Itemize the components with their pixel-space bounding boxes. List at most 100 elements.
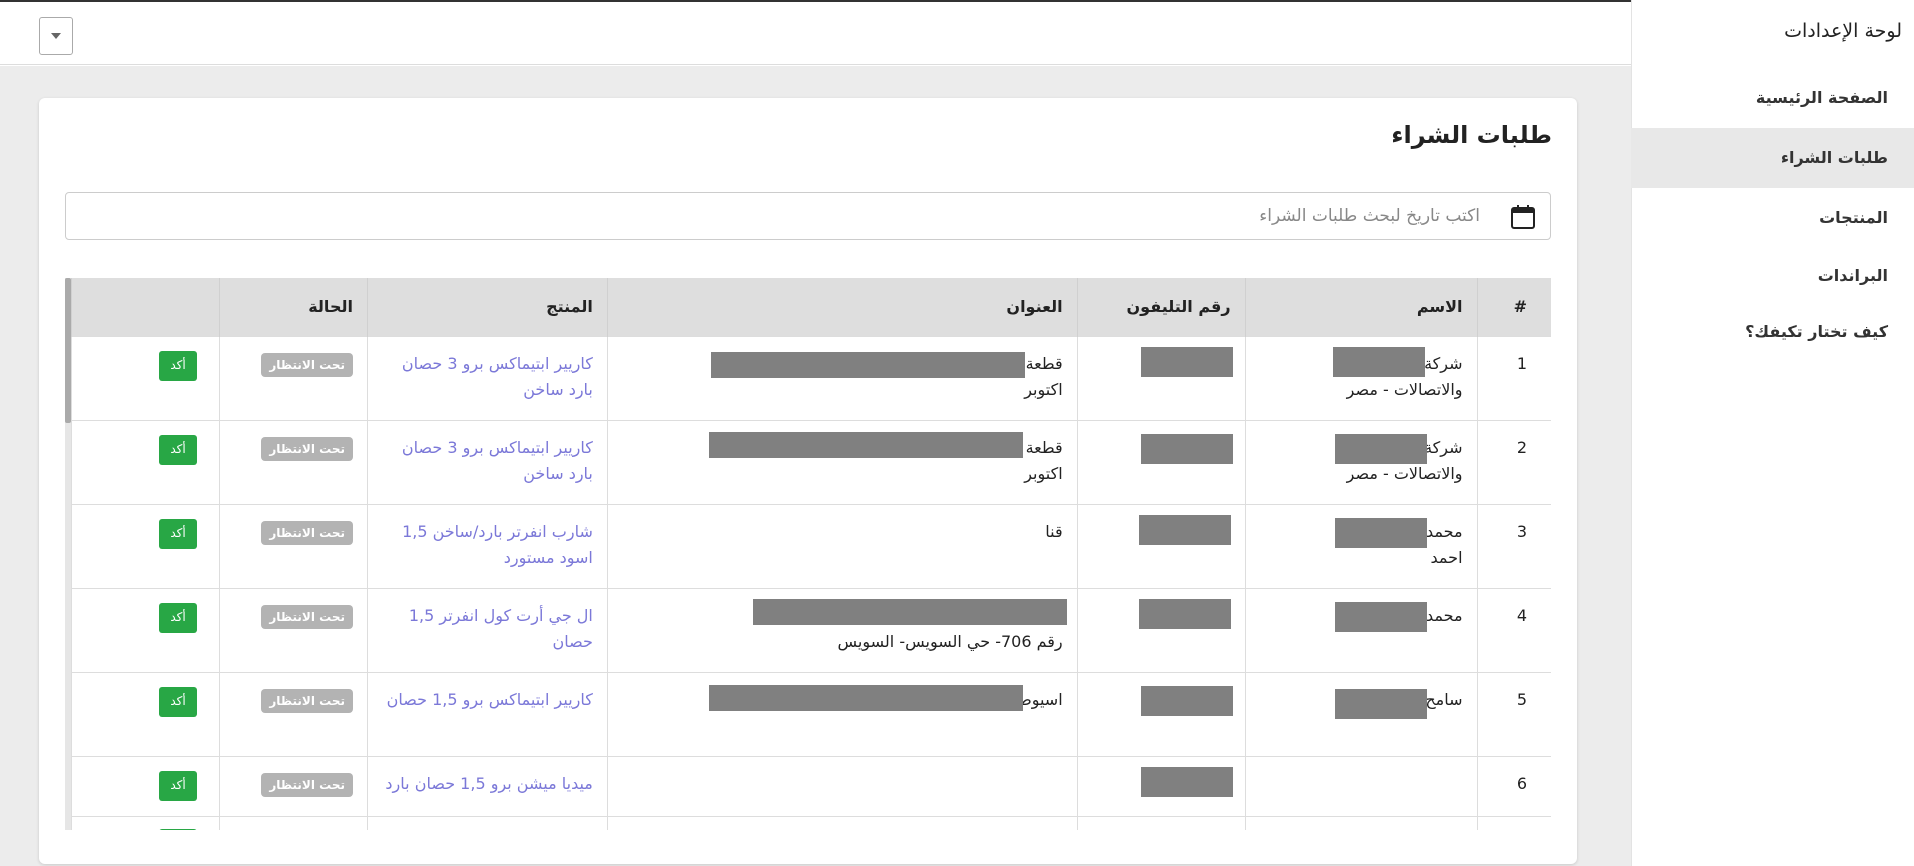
header-status: الحالة: [219, 278, 368, 336]
search-box: [65, 192, 1551, 240]
row-num: 3: [1476, 503, 1551, 588]
sidebar-item-brands[interactable]: البراندات: [1631, 246, 1914, 306]
row-product: كاريير ابتيماكس برو 3 حصان بارد ساخن: [366, 419, 608, 504]
row-name: محمد احمد: [1244, 503, 1478, 588]
row-action: أكد: [71, 755, 220, 816]
row-action: أكد: [71, 335, 220, 420]
sidebar-item-how-to-choose[interactable]: كيف تختار تكيفك؟: [1631, 302, 1914, 362]
address-line-2: اكتوبر: [1024, 463, 1063, 483]
name-line-2: احمد: [1430, 547, 1463, 567]
sidebar-title: لوحة الإعدادات: [1784, 20, 1902, 42]
table-header-row: # الاسم رقم التليفون العنوان المنتج الحا…: [71, 278, 1551, 336]
status-badge: تحت الانتظار: [261, 772, 353, 797]
redacted-block: [708, 431, 1023, 458]
header-num: #: [1476, 278, 1551, 336]
row-product: ال جي أرت كول انفرتر 1,5 حصان: [366, 587, 608, 672]
address-line-2: رقم 706- حي السويس- السويس: [837, 631, 1063, 651]
main-area: طلبات الشراء # الاسم رقم التليفون: [0, 66, 1631, 866]
row-num: 1: [1476, 335, 1551, 420]
redacted-block: [1138, 598, 1231, 629]
row-status: تحت الانتظار: [219, 755, 368, 816]
row-address: [606, 815, 1078, 830]
sidebar-item-home[interactable]: الصفحة الرئيسية: [1631, 68, 1914, 128]
product-link[interactable]: كاريير ابتيماكس برو 3 حصان بارد ساخن: [402, 438, 593, 483]
row-action: أكد: [71, 671, 220, 756]
row-num: 6: [1476, 755, 1551, 816]
row-address: قنا: [606, 503, 1078, 588]
sidebar-item-products[interactable]: المنتجات: [1631, 188, 1914, 248]
table-row: 6 ميديا ميشن برو 1,5 حصان بارد تحت الانت…: [71, 755, 1551, 816]
header-address: العنوان: [606, 278, 1078, 336]
redacted-block: [1140, 346, 1233, 377]
product-link[interactable]: شارب انفرتر بارد/ساخن 1,5 اسود مستورد: [402, 522, 593, 567]
product-link[interactable]: كاريير ابتيماكس برو 1,5 حصان: [387, 690, 593, 709]
confirm-button[interactable]: أكد: [159, 434, 197, 465]
confirm-button[interactable]: [159, 828, 197, 830]
row-name: [1244, 755, 1478, 816]
row-phone: [1076, 755, 1246, 816]
row-num: 5: [1476, 671, 1551, 756]
status-badge: تحت الانتظار: [261, 688, 353, 713]
row-address: [606, 755, 1078, 816]
row-name: شركة والاتصالات - مصر: [1244, 335, 1478, 420]
row-status: تحت الانتظار: [219, 419, 368, 504]
address-line-2: اكتوبر: [1024, 379, 1063, 399]
row-num: [1476, 815, 1551, 830]
row-phone: [1076, 815, 1246, 830]
confirm-button[interactable]: أكد: [159, 602, 197, 633]
address-line-1: قنا: [1045, 521, 1063, 541]
orders-table-wrap: # الاسم رقم التليفون العنوان المنتج الحا…: [65, 278, 1551, 830]
confirm-button[interactable]: أكد: [159, 770, 197, 801]
redacted-block: [1140, 433, 1233, 464]
row-phone: [1076, 671, 1246, 756]
product-link[interactable]: كاريير ابتيماكس برو 3 حصان بارد ساخن: [402, 354, 593, 399]
sidebar: لوحة الإعدادات الصفحة الرئيسية طلبات الش…: [1631, 0, 1914, 866]
redacted-block: [708, 684, 1023, 711]
row-phone: [1076, 503, 1246, 588]
row-action: أكد: [71, 419, 220, 504]
confirm-button[interactable]: أكد: [159, 350, 197, 381]
row-name: شركة والاتصالات - مصر: [1244, 419, 1478, 504]
row-action: [71, 815, 220, 830]
table-row: [71, 815, 1551, 830]
row-name: [1244, 815, 1478, 830]
row-num: 4: [1476, 587, 1551, 672]
orders-table: # الاسم رقم التليفون العنوان المنتج الحا…: [71, 278, 1551, 830]
row-product: كاريير ابتيماكس برو 1,5 حصان: [366, 671, 608, 756]
row-name: سامح: [1244, 671, 1478, 756]
redacted-block: [1334, 433, 1427, 464]
confirm-button[interactable]: أكد: [159, 686, 197, 717]
header-name: الاسم: [1244, 278, 1478, 336]
row-address: ع شقه رقم 706- حي السويس- السويس: [606, 587, 1078, 672]
row-action: أكد: [71, 587, 220, 672]
dropdown-toggle-button[interactable]: [39, 17, 73, 55]
row-name: محمد: [1244, 587, 1478, 672]
header-bar: [0, 2, 1631, 65]
product-link[interactable]: ال جي أرت كول انفرتر 1,5 حصان: [409, 606, 593, 651]
orders-card: طلبات الشراء # الاسم رقم التليفون: [39, 98, 1577, 864]
redacted-block: [1140, 685, 1233, 716]
confirm-button[interactable]: أكد: [159, 518, 197, 549]
table-row: 1 شركة والاتصالات - مصر قطعة اكتوبر كاري…: [71, 335, 1551, 420]
row-status: [219, 815, 368, 830]
status-badge: تحت الانتظار: [261, 520, 353, 545]
redacted-block: [1332, 346, 1425, 377]
calendar-icon[interactable]: [1510, 204, 1536, 230]
status-badge: تحت الانتظار: [261, 352, 353, 377]
name-line-2: والاتصالات - مصر: [1346, 463, 1463, 483]
header-phone: رقم التليفون: [1076, 278, 1246, 336]
row-status: تحت الانتظار: [219, 587, 368, 672]
redacted-block: [1138, 514, 1231, 545]
row-status: تحت الانتظار: [219, 671, 368, 756]
row-address: قطعة اكتوبر: [606, 419, 1078, 504]
name-line-2: والاتصالات - مصر: [1346, 379, 1463, 399]
date-search-input[interactable]: [100, 193, 1480, 239]
sidebar-item-purchase-orders[interactable]: طلبات الشراء: [1631, 128, 1914, 188]
table-row: 4 محمد ع شقه رقم 706- حي السويس- السويس: [71, 587, 1551, 672]
table-row: 2 شركة والاتصالات - مصر قطعة اكتوبر كاري…: [71, 419, 1551, 504]
product-link[interactable]: ميديا ميشن برو 1,5 حصان بارد: [385, 774, 592, 793]
redacted-block: [1334, 601, 1427, 632]
row-product: [366, 815, 608, 830]
row-product: ميديا ميشن برو 1,5 حصان بارد: [366, 755, 608, 816]
status-badge: تحت الانتظار: [261, 604, 353, 629]
